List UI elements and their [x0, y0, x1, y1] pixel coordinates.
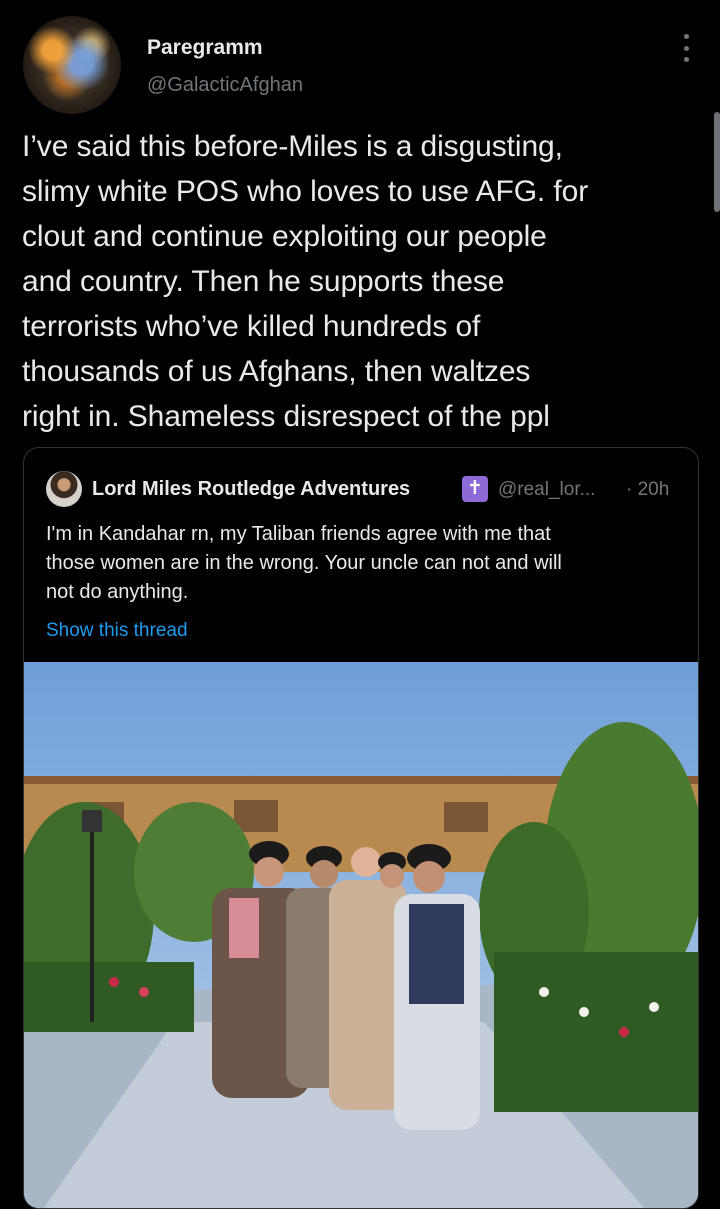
quoted-text-line: those women are in the wrong. Your uncle…: [46, 552, 562, 574]
tweet-text-line: right in. Shameless disrespect of the pp…: [22, 400, 550, 433]
quoted-timestamp[interactable]: · 20h: [626, 479, 669, 501]
cross-badge-icon: ✝: [462, 476, 488, 502]
quoted-author-handle[interactable]: @real_lor...: [498, 479, 595, 501]
scrollbar[interactable]: [714, 112, 720, 212]
quoted-author-name[interactable]: Lord Miles Routledge Adventures: [92, 478, 410, 501]
quoted-text-line: I'm in Kandahar rn, my Taliban friends a…: [46, 523, 551, 545]
tweet-text-line: and country. Then he supports these: [22, 265, 505, 298]
author-display-name[interactable]: Paregramm: [147, 36, 263, 60]
quoted-tweet-text: I'm in Kandahar rn, my Taliban friends a…: [46, 520, 676, 607]
tweet-text-line: terrorists who’ve killed hundreds of: [22, 310, 481, 343]
show-thread-link[interactable]: Show this thread: [46, 620, 188, 642]
tweet-text-line: clout and continue exploiting our people: [22, 220, 547, 253]
quoted-tweet-photo[interactable]: [24, 662, 698, 1208]
tweet-text-line: I’ve said this before-Miles is a disgust…: [22, 130, 563, 163]
author-handle[interactable]: @GalacticAfghan: [147, 74, 303, 97]
quoted-author-avatar[interactable]: [46, 471, 82, 507]
author-avatar[interactable]: [23, 16, 121, 114]
tweet-header: Paregramm @GalacticAfghan: [20, 14, 700, 114]
more-vertical-icon[interactable]: [680, 34, 692, 62]
tweet-text-line: thousands of us Afghans, then waltzes: [22, 355, 531, 388]
tweet-text: I’ve said this before-Miles is a disgust…: [22, 124, 682, 439]
tweet-text-line: slimy white POS who loves to use AFG. fo…: [22, 175, 589, 208]
quoted-tweet-card[interactable]: Lord Miles Routledge Adventures ✝ @real_…: [23, 447, 699, 1209]
quoted-text-line: not do anything.: [46, 581, 189, 603]
